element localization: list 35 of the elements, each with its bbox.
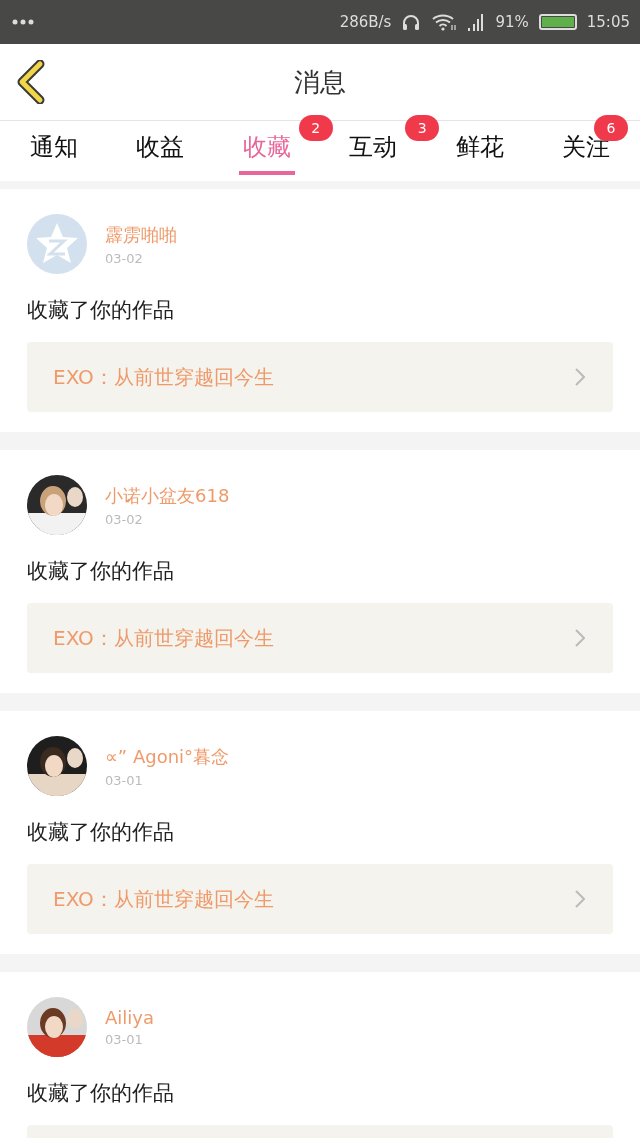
message-date: 03-01 xyxy=(105,1032,144,1047)
battery-percent: 91% xyxy=(495,13,529,31)
network-speed: 286B/s xyxy=(339,13,392,31)
message-text: 收藏了你的作品 xyxy=(27,1080,175,1107)
count-badge: 3 xyxy=(405,115,440,141)
tab[interactable]: 收藏 xyxy=(238,123,295,175)
clock: 15:05 xyxy=(586,13,630,31)
work-link[interactable]: EXO：从前世穿越回今生 xyxy=(27,603,613,673)
work-link[interactable]: EXO：从前世穿越回今生 xyxy=(27,864,613,934)
user-name[interactable]: 小诺小盆友618 xyxy=(105,483,230,508)
more-icon xyxy=(12,19,34,25)
message-date: 03-01 xyxy=(105,772,144,788)
tab[interactable]: 通知 xyxy=(26,123,82,175)
user-name[interactable]: 霹雳啪啪 xyxy=(105,222,177,247)
tab[interactable]: 鲜花 xyxy=(451,123,508,175)
message-date: 03-02 xyxy=(105,511,144,527)
tab[interactable]: 收益 xyxy=(132,123,189,175)
message-text: 收藏了你的作品 xyxy=(27,819,175,846)
chevron-right-icon xyxy=(575,890,585,908)
message-text: 收藏了你的作品 xyxy=(27,558,175,585)
headphones-icon xyxy=(401,13,422,31)
page-title: 消息 xyxy=(294,65,346,99)
battery-icon xyxy=(538,14,577,30)
chevron-right-icon xyxy=(575,368,585,386)
signal-icon xyxy=(467,13,486,31)
user-name[interactable]: ∝” Agoni°暮念 xyxy=(105,744,230,769)
tab[interactable]: 互动 xyxy=(345,123,402,175)
count-badge: 2 xyxy=(298,115,333,141)
user-name[interactable]: Ailiya xyxy=(105,1007,154,1028)
work-link[interactable]: EXO：从前世穿越回今生 xyxy=(27,342,613,412)
message-date: 03-02 xyxy=(105,250,144,266)
message-text: 收藏了你的作品 xyxy=(27,297,175,324)
default-avatar-icon xyxy=(27,214,87,274)
wifi-icon xyxy=(431,13,458,31)
chevron-right-icon xyxy=(575,629,585,647)
